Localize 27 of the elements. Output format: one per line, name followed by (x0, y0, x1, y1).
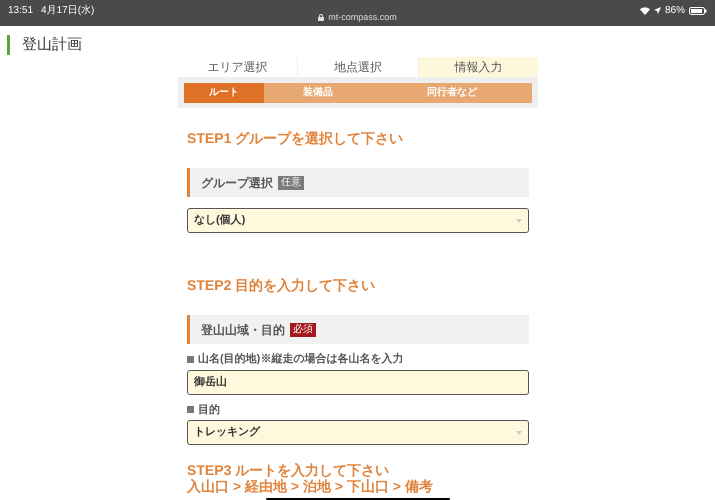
lock-icon (318, 14, 324, 22)
step-heading: STEP3 ルートを入力して下さい (187, 462, 390, 478)
select-field[interactable]: なし(個人) (187, 208, 529, 233)
panel-title: 登山山域・目的 (201, 322, 285, 338)
step-subheading: 入山口 > 経由地 > 泊地 > 下山口 > 備考 (187, 478, 433, 494)
location-icon (654, 7, 661, 14)
status-time: 13:51 (8, 4, 34, 18)
select-field[interactable]: トレッキング (187, 420, 529, 445)
panel-title: グループ選択 (201, 174, 273, 192)
step-tab[interactable]: 情報入力 (418, 57, 538, 77)
input-field[interactable]: 御岳山 (187, 370, 529, 394)
field-label: 目的 (198, 402, 220, 418)
battery-percent: 86% (664, 4, 685, 18)
square-icon (187, 406, 194, 414)
square-icon (187, 356, 194, 363)
url-text: mt-compass.com (328, 11, 397, 24)
page-title: 登山計画 (22, 34, 82, 55)
badge: 必須 (290, 322, 316, 336)
step-heading: STEP1 グループを選択して下さい (187, 130, 404, 146)
field-label: 山名(目的地)※縦走の場合は各山名を入力 (198, 352, 404, 367)
wifi-icon (640, 6, 650, 14)
caret-icon (516, 430, 522, 434)
badge: 任意 (278, 176, 304, 190)
status-date: 4月17日(水) (41, 4, 94, 18)
caret-icon (516, 218, 522, 222)
step-heading: STEP2 目的を入力して下さい (187, 277, 376, 293)
battery-icon (689, 6, 707, 14)
